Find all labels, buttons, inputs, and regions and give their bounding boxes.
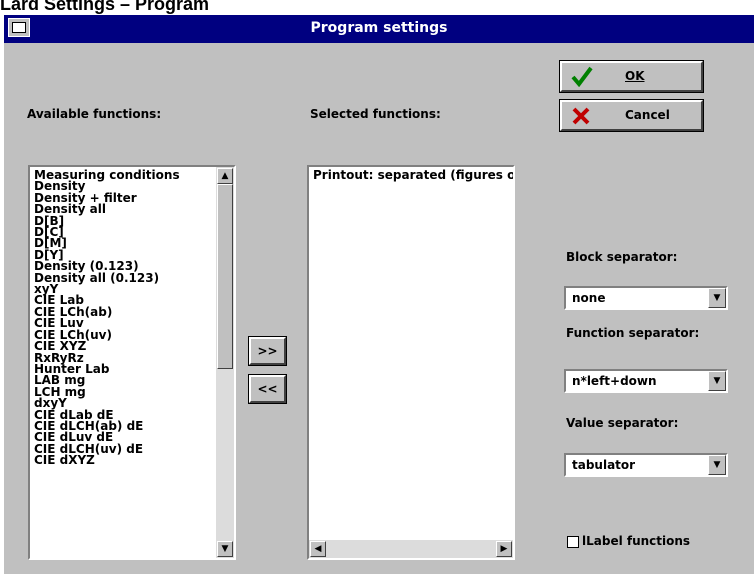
remove-function-button[interactable]: << — [248, 374, 287, 404]
program-settings-dialog: Program settings Available functions: Se… — [4, 15, 754, 574]
add-function-button[interactable]: >> — [248, 336, 287, 366]
list-item[interactable]: CIE dXYZ — [34, 454, 180, 466]
available-list-scrollbar[interactable]: ▲ ▼ — [216, 167, 234, 558]
function-separator-label: Function separator: — [566, 326, 700, 340]
cross-icon — [570, 105, 592, 130]
list-item[interactable]: Printout: separated (figures on — [313, 169, 513, 181]
available-functions-label: Available functions: — [27, 107, 162, 121]
block-separator-select[interactable]: none ▼ — [564, 286, 728, 310]
cancel-button[interactable]: Cancel — [559, 99, 704, 132]
block-separator-label: Block separator: — [566, 250, 678, 264]
scroll-up-arrow-icon[interactable]: ▲ — [217, 168, 233, 184]
chevron-down-icon[interactable]: ▼ — [708, 455, 726, 475]
label-functions-checkbox[interactable] — [567, 536, 579, 548]
ok-label: OK — [625, 69, 645, 83]
page-heading: Lard Settings – Program — [0, 0, 210, 14]
selected-list-hscrollbar[interactable]: ◀ ▶ — [309, 540, 513, 558]
available-functions-list[interactable]: Measuring conditions Density Density + fil… — [28, 165, 236, 560]
value-separator-value: tabulator — [572, 458, 636, 472]
chevron-down-icon[interactable]: ▼ — [708, 371, 726, 391]
window-title: Program settings — [310, 20, 448, 36]
selected-functions-label: Selected functions: — [310, 107, 441, 121]
cancel-label: Cancel — [625, 108, 670, 122]
block-separator-value: none — [572, 291, 606, 305]
scroll-right-arrow-icon[interactable]: ▶ — [496, 541, 512, 557]
scroll-down-arrow-icon[interactable]: ▼ — [217, 541, 233, 557]
available-functions-items: Measuring conditions Density Density + fil… — [34, 169, 180, 467]
value-separator-label: Value separator: — [566, 416, 679, 430]
function-separator-select[interactable]: n*left+down ▼ — [564, 369, 728, 393]
checkmark-icon — [570, 65, 594, 90]
ok-button[interactable]: OK — [559, 60, 704, 93]
scroll-left-arrow-icon[interactable]: ◀ — [310, 541, 326, 557]
value-separator-select[interactable]: tabulator ▼ — [564, 453, 728, 477]
scroll-thumb[interactable] — [217, 184, 233, 369]
title-bar: Program settings — [4, 15, 754, 43]
label-functions-label[interactable]: lLabel functions — [582, 534, 690, 548]
chevron-down-icon[interactable]: ▼ — [708, 288, 726, 308]
selected-functions-list[interactable]: Printout: separated (figures on ◀ ▶ — [307, 165, 515, 560]
function-separator-value: n*left+down — [572, 374, 657, 388]
selected-functions-items: Printout: separated (figures on — [313, 169, 513, 181]
